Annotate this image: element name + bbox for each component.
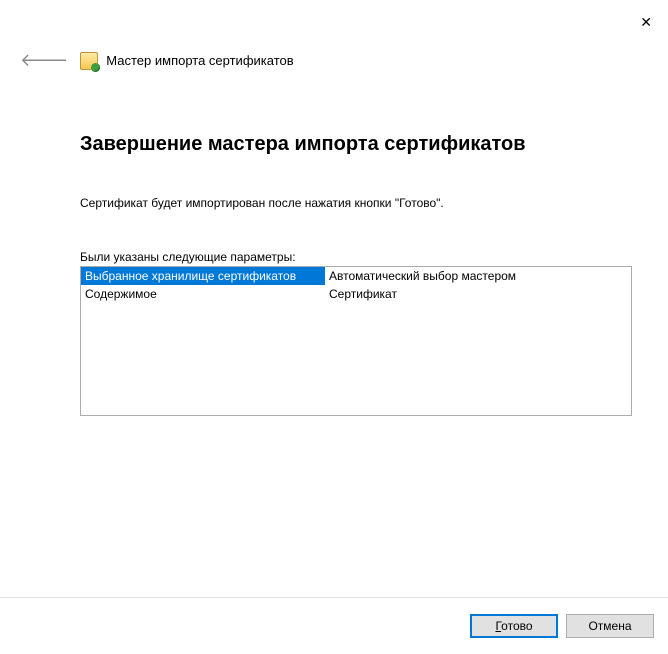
body-text: Сертификат будет импортирован после нажа… — [80, 196, 608, 210]
certificate-wizard-icon — [80, 52, 98, 70]
dialog-footer: Готово Отмена — [0, 597, 668, 654]
table-row[interactable]: Выбранное хранилище сертификатов Автомат… — [81, 267, 631, 285]
parameters-listbox[interactable]: Выбранное хранилище сертификатов Автомат… — [80, 266, 632, 416]
param-label-selected: Выбранное хранилище сертификатов — [81, 267, 325, 285]
parameters-label: Были указаны следующие параметры: — [80, 250, 608, 264]
wizard-title: Мастер импорта сертификатов — [106, 53, 293, 68]
content-area: Завершение мастера импорта сертификатов … — [0, 73, 668, 416]
parameters-table: Выбранное хранилище сертификатов Автомат… — [81, 267, 631, 303]
back-arrow-icon[interactable]: 🡐 — [16, 48, 72, 73]
param-value: Сертификат — [325, 285, 631, 303]
close-icon[interactable]: ✕ — [636, 10, 656, 35]
finish-button[interactable]: Готово — [470, 614, 558, 638]
page-heading: Завершение мастера импорта сертификатов — [80, 133, 608, 156]
cancel-button[interactable]: Отмена — [566, 614, 654, 638]
param-label: Содержимое — [81, 285, 325, 303]
param-value: Автоматический выбор мастером — [325, 267, 631, 285]
table-row[interactable]: Содержимое Сертификат — [81, 285, 631, 303]
wizard-header: 🡐 Мастер импорта сертификатов — [0, 0, 668, 73]
